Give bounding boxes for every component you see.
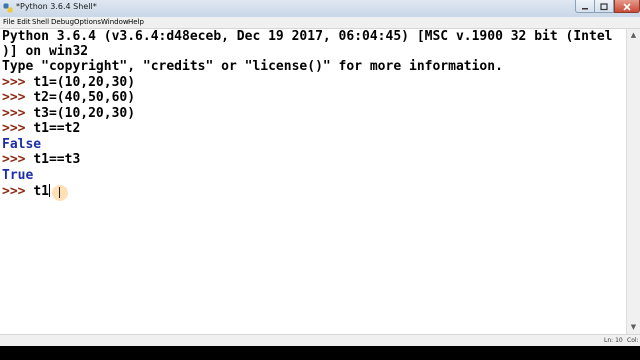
shell-text-area[interactable]: Python 3.6.4 (v3.6.4:d48eceb, Dec 19 201… <box>0 29 626 334</box>
menu-shell[interactable]: Shell <box>32 17 49 28</box>
menu-bar: File Edit Shell Debug Options Window Hel… <box>0 17 640 29</box>
close-icon <box>623 3 631 11</box>
input-code: t1==t2 <box>33 121 81 136</box>
window-title: *Python 3.6.4 Shell* <box>16 2 97 11</box>
click-highlight <box>52 185 68 201</box>
input-line: >>> t2=(40,50,60) <box>2 90 135 105</box>
title-bar[interactable]: *Python 3.6.4 Shell* <box>0 0 640 18</box>
maximize-icon <box>600 3 608 11</box>
menu-edit[interactable]: Edit <box>17 17 31 28</box>
idle-shell-window: *Python 3.6.4 Shell* File Edit Shell Deb… <box>0 0 640 346</box>
input-code: t1==t3 <box>33 152 81 167</box>
column-number: Col: 6 <box>627 337 640 344</box>
banner-line: Type "copyright", "credits" or "license(… <box>2 59 503 74</box>
current-input-line[interactable]: >>> t1 <box>2 184 50 199</box>
prompt-marker: >>> <box>2 106 34 121</box>
line-number: Ln: 10 <box>604 337 623 344</box>
input-line: >>> t1=(10,20,30) <box>2 75 135 90</box>
ibeam-cursor-icon <box>59 187 60 198</box>
minimize-icon <box>582 8 588 10</box>
prompt-marker: >>> <box>2 75 34 90</box>
menu-debug[interactable]: Debug <box>51 17 74 28</box>
banner-line: )] on win32 <box>2 44 89 59</box>
menu-window[interactable]: Window <box>101 17 129 28</box>
input-line: >>> t1==t2 <box>2 121 80 136</box>
output-line: True <box>2 168 34 183</box>
prompt-marker: >>> <box>2 90 34 105</box>
prompt-marker: >>> <box>2 152 34 167</box>
python-logo-icon <box>3 3 13 13</box>
maximize-button[interactable] <box>595 0 614 13</box>
prompt-marker: >>> <box>2 184 34 199</box>
close-button[interactable] <box>614 0 640 13</box>
input-line: >>> t1==t3 <box>2 152 80 167</box>
input-code: t2=(40,50,60) <box>33 90 136 105</box>
current-input[interactable]: t1 <box>33 184 49 199</box>
status-bar: Ln: 10 Col: 6 <box>0 334 640 346</box>
output-line: False <box>2 137 42 152</box>
input-code: t1=(10,20,30) <box>33 75 136 90</box>
input-line: >>> t3=(10,20,30) <box>2 106 135 121</box>
minimize-button[interactable] <box>575 0 595 13</box>
prompt-marker: >>> <box>2 121 34 136</box>
vertical-scrollbar[interactable]: ▲ ▼ <box>626 29 640 334</box>
scroll-up-arrow-icon[interactable]: ▲ <box>627 29 640 41</box>
scroll-down-arrow-icon[interactable]: ▼ <box>627 321 640 333</box>
text-caret <box>48 184 50 197</box>
menu-file[interactable]: File <box>3 17 15 28</box>
banner-line: Python 3.6.4 (v3.6.4:d48eceb, Dec 19 201… <box>2 29 613 44</box>
menu-options[interactable]: Options <box>74 17 101 28</box>
menu-help[interactable]: Help <box>128 17 144 28</box>
input-code: t3=(10,20,30) <box>33 106 136 121</box>
